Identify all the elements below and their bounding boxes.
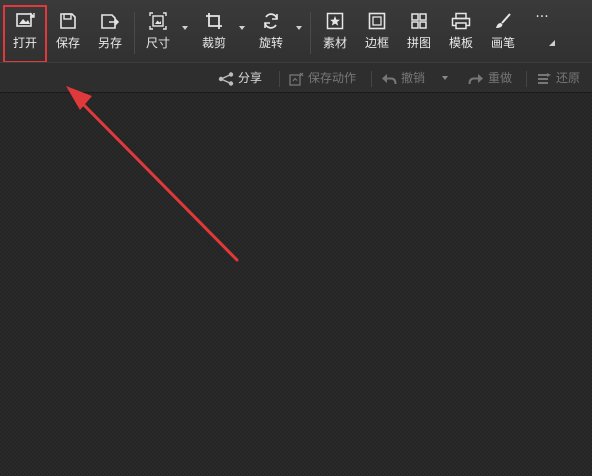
- sticker-star-icon: [326, 12, 344, 30]
- material-button[interactable]: 素材: [318, 8, 352, 56]
- save-as-icon: [101, 14, 120, 29]
- toolbar-divider: [310, 12, 311, 54]
- crop-icon: [206, 13, 222, 29]
- collage-label: 拼图: [406, 36, 431, 50]
- share-icon: [218, 71, 234, 86]
- save-label: 保存: [55, 36, 80, 50]
- size-label: 尺寸: [145, 36, 170, 50]
- more-button[interactable]: ···: [530, 10, 554, 24]
- toolbar-divider: [134, 12, 135, 54]
- share-label: 分享: [238, 71, 263, 85]
- size-button[interactable]: 尺寸: [140, 8, 176, 56]
- save-button[interactable]: 保存: [50, 8, 86, 56]
- rotate-dropdown-caret-icon[interactable]: [296, 26, 302, 30]
- template-label: 模板: [448, 36, 473, 50]
- brush-label: 画笔: [490, 36, 515, 50]
- floppy-disk-icon: [60, 13, 76, 29]
- toolbar-collapse-corner-icon[interactable]: [549, 40, 555, 46]
- save-as-label: 另存: [97, 36, 122, 50]
- redo-button[interactable]: 重做: [468, 63, 512, 93]
- secondary-toolbar: 分享 保存动作 撤销 重做 还原: [0, 62, 592, 93]
- subbar-divider: [526, 71, 527, 87]
- restore-stack-icon: [538, 72, 551, 84]
- open-button-highlight-box: [3, 5, 47, 63]
- rotate-icon: [264, 13, 278, 29]
- crop-dropdown-caret-icon[interactable]: [239, 26, 245, 30]
- resize-icon: [149, 12, 167, 30]
- restore-button[interactable]: 还原: [536, 63, 580, 93]
- share-button[interactable]: 分享: [218, 63, 262, 93]
- save-as-button[interactable]: 另存: [92, 8, 128, 56]
- rotate-label: 旋转: [258, 36, 283, 50]
- redo-arrow-icon: [468, 73, 483, 84]
- border-button[interactable]: 边框: [360, 8, 394, 56]
- image-canvas-area[interactable]: [0, 93, 592, 476]
- undo-button[interactable]: 撤销: [381, 63, 425, 93]
- brush-button[interactable]: 画笔: [486, 8, 520, 56]
- redo-label: 重做: [488, 71, 513, 85]
- collage-grid-icon: [411, 13, 427, 29]
- crop-label: 裁剪: [201, 36, 226, 50]
- frame-icon: [368, 12, 386, 30]
- restore-label: 还原: [556, 71, 581, 85]
- rotate-button[interactable]: 旋转: [252, 8, 290, 56]
- undo-arrow-icon: [382, 73, 397, 84]
- subbar-divider: [279, 71, 280, 87]
- crop-button[interactable]: 裁剪: [196, 8, 232, 56]
- brush-icon: [496, 13, 511, 28]
- template-button[interactable]: 模板: [444, 8, 478, 56]
- material-label: 素材: [322, 36, 347, 50]
- save-action-label: 保存动作: [308, 71, 357, 85]
- save-action-icon: [289, 72, 304, 86]
- undo-dropdown-caret-icon[interactable]: [442, 76, 448, 80]
- border-label: 边框: [364, 36, 389, 50]
- size-dropdown-caret-icon[interactable]: [182, 26, 188, 30]
- save-action-button[interactable]: 保存动作: [289, 63, 356, 93]
- printer-icon: [451, 12, 471, 30]
- collage-button[interactable]: 拼图: [402, 8, 436, 56]
- main-toolbar: 打开 保存 另存 尺寸 裁剪 旋转 素材 边框 拼图 模板 画笔 ···: [0, 0, 592, 63]
- undo-label: 撤销: [401, 71, 426, 85]
- subbar-divider: [371, 71, 372, 87]
